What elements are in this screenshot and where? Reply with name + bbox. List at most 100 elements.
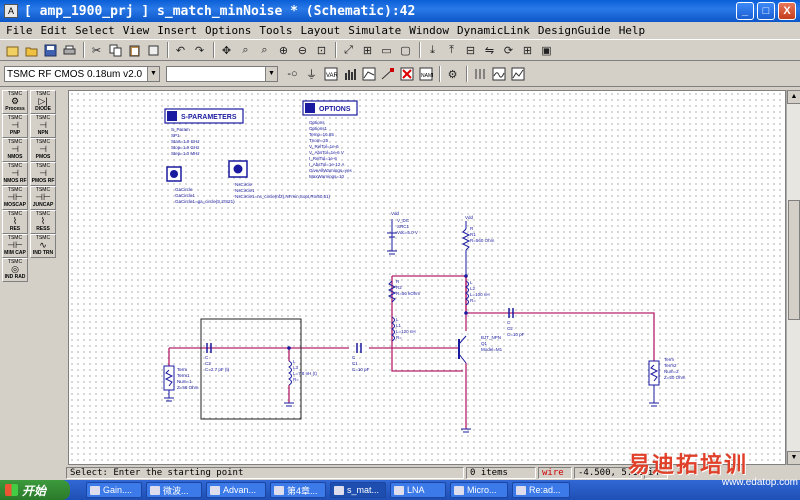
- schematic-drawing[interactable]: S-PARAMETERS S_Param SP1 Start=1.9 GHz S…: [69, 91, 787, 466]
- menu-file[interactable]: File: [6, 24, 33, 37]
- menu-designguide[interactable]: DesignGuide: [538, 24, 611, 37]
- menu-options[interactable]: Options: [205, 24, 251, 37]
- palette-pnp[interactable]: TSMC ⊣ PNP: [2, 114, 28, 138]
- group-icon[interactable]: ▣: [538, 42, 555, 59]
- menu-window[interactable]: Window: [409, 24, 449, 37]
- component-icon[interactable]: ⊟: [462, 42, 479, 59]
- new-file-icon[interactable]: [4, 42, 21, 59]
- bjt-q1[interactable]: BJT_NPN Q1 Model=M1: [458, 335, 503, 433]
- fit-view-icon[interactable]: ⊡: [313, 42, 330, 59]
- palette-ress[interactable]: TSMC ⌇ RESS: [30, 210, 56, 234]
- rotate-icon[interactable]: ⟳: [500, 42, 517, 59]
- tuning-icon[interactable]: [360, 66, 377, 83]
- scroll-thumb[interactable]: [788, 200, 800, 320]
- var-icon[interactable]: VAR: [322, 66, 339, 83]
- zoom-out-icon[interactable]: ⊖: [294, 42, 311, 59]
- save-icon[interactable]: [42, 42, 59, 59]
- r2-resistor[interactable]: R R2 R=56 kOhm: [387, 279, 420, 303]
- menu-help[interactable]: Help: [619, 24, 646, 37]
- view-all-icon[interactable]: ⊞: [359, 42, 376, 59]
- taskbar-item[interactable]: Advan...: [206, 482, 266, 498]
- zoom-area-icon[interactable]: ⌕: [237, 42, 254, 59]
- copy-icon[interactable]: [107, 42, 124, 59]
- palette-pmos-rf[interactable]: TSMC ⊣ PMOS RF: [30, 162, 56, 186]
- pan-icon[interactable]: ⤢: [340, 42, 357, 59]
- palette-nmos[interactable]: TSMC ⊣ NMOS: [2, 138, 28, 162]
- design-check-icon[interactable]: ⚙: [444, 66, 461, 83]
- palette-juncap[interactable]: TSMC ⊣⊢ JUNCAP: [30, 186, 56, 210]
- gacircle-measurement[interactable]: GaCircle GaCircle1 GaCircle1=ga_circle(S…: [166, 166, 235, 204]
- r1-resistor[interactable]: Vdd R R1 R=560 Ohm: [461, 215, 495, 276]
- taskbar-item[interactable]: Micro...: [450, 482, 508, 498]
- print-icon[interactable]: [61, 42, 78, 59]
- delete-icon[interactable]: [145, 42, 162, 59]
- minimize-button[interactable]: _: [736, 2, 754, 20]
- pop-hierarchy-icon[interactable]: ⤒: [443, 42, 460, 59]
- deselect-icon[interactable]: ▢: [397, 42, 414, 59]
- l1-inductor[interactable]: L L1 L=120 nH R=: [391, 316, 416, 342]
- push-into-hierarchy-icon[interactable]: ⤓: [424, 42, 441, 59]
- menu-view[interactable]: View: [123, 24, 150, 37]
- l2-inductor[interactable]: L L2 L=100 nH R=: [465, 280, 490, 306]
- chevron-down-icon[interactable]: ▼: [147, 67, 159, 81]
- undo-icon[interactable]: ↶: [172, 42, 189, 59]
- schematic-canvas[interactable]: S-PARAMETERS S_Param SP1 Start=1.9 GHz S…: [68, 90, 786, 465]
- app-icon[interactable]: A: [4, 4, 18, 18]
- taskbar-item[interactable]: LNA: [390, 482, 446, 498]
- port-icon[interactable]: -○: [284, 66, 301, 83]
- tune-parameters-icon[interactable]: [471, 66, 488, 83]
- menu-layout[interactable]: Layout: [300, 24, 340, 37]
- vertical-scrollbar[interactable]: ▲ ▼: [786, 90, 800, 465]
- palette-npn[interactable]: TSMC ⊣ NPN: [30, 114, 56, 138]
- c1-capacitor[interactable]: C C1 C=10 pF: [352, 343, 370, 372]
- chevron-down-icon[interactable]: ▼: [265, 67, 277, 81]
- menu-simulate[interactable]: Simulate: [348, 24, 401, 37]
- options-controller[interactable]: OPTIONS Options Options1 Temp=16.85 Tnom…: [302, 100, 358, 179]
- paste-icon[interactable]: [126, 42, 143, 59]
- open-folder-icon[interactable]: [23, 42, 40, 59]
- simulate-icon[interactable]: [341, 66, 358, 83]
- term2-port[interactable]: Term Term2 Num=2 Z=50 Ohm: [648, 357, 686, 407]
- palette-process[interactable]: TSMC ⚙ Process: [2, 90, 28, 114]
- select-icon[interactable]: ▭: [378, 42, 395, 59]
- menu-dynamiclink[interactable]: DynamicLink: [457, 24, 530, 37]
- library-dropdown[interactable]: TSMC RF CMOS 0.18um v2.0 ▼: [4, 66, 160, 82]
- redo-icon[interactable]: ↷: [191, 42, 208, 59]
- zoom-in-icon[interactable]: ⊕: [275, 42, 292, 59]
- taskbar-item[interactable]: Re:ad...: [512, 482, 570, 498]
- wire-icon[interactable]: [379, 66, 396, 83]
- taskbar-item[interactable]: Gain....: [86, 482, 142, 498]
- deactivate-icon[interactable]: [398, 66, 415, 83]
- maximize-button[interactable]: □: [757, 2, 775, 20]
- data-display-icon[interactable]: [490, 66, 507, 83]
- palette-mim-cap[interactable]: TSMC ⊣⊢ MIM CAP: [2, 234, 28, 258]
- start-button[interactable]: 开始: [0, 480, 70, 500]
- zoom-point-icon[interactable]: ⌕: [256, 42, 273, 59]
- palette-pmos[interactable]: TSMC ⊣ PMOS: [30, 138, 56, 162]
- move-icon[interactable]: ✥: [218, 42, 235, 59]
- cut-icon[interactable]: ✂: [88, 42, 105, 59]
- wire[interactable]: [392, 275, 467, 331]
- menu-edit[interactable]: Edit: [41, 24, 68, 37]
- vdc-source[interactable]: Vdd V_DC SRC1 Vdc=5.0 V: [387, 211, 418, 255]
- taskbar-item[interactable]: 微波...: [146, 482, 202, 498]
- palette-res[interactable]: TSMC ⌇ RES: [2, 210, 28, 234]
- close-button[interactable]: X: [778, 2, 796, 20]
- menu-insert[interactable]: Insert: [157, 24, 197, 37]
- ground-icon[interactable]: ⏚: [303, 66, 320, 83]
- align-icon[interactable]: ⊞: [519, 42, 536, 59]
- graph-icon[interactable]: [509, 66, 526, 83]
- name-icon[interactable]: NAME: [417, 66, 434, 83]
- sparams-controller[interactable]: S-PARAMETERS S_Param SP1 Start=1.9 GHz S…: [164, 108, 244, 156]
- palette-ind-rad[interactable]: TSMC ◎ IND RAD: [2, 258, 28, 282]
- taskbar-item-active[interactable]: s_mat...: [330, 482, 386, 498]
- menu-select[interactable]: Select: [75, 24, 115, 37]
- palette-ind-trn[interactable]: TSMC ∿ IND TRN: [30, 234, 56, 258]
- palette-diode[interactable]: TSMC ▷| DIODE: [30, 90, 56, 114]
- palette-nmos-rf[interactable]: TSMC ⊣ NMOS RF: [2, 162, 28, 186]
- mirror-icon[interactable]: ⇋: [481, 42, 498, 59]
- scroll-up-arrow-icon[interactable]: ▲: [787, 90, 800, 104]
- palette-moscap[interactable]: TSMC ⊣⊢ MOSCAP: [2, 186, 28, 210]
- component-dropdown[interactable]: ▼: [166, 66, 278, 82]
- taskbar-item[interactable]: 第4章...: [270, 482, 326, 498]
